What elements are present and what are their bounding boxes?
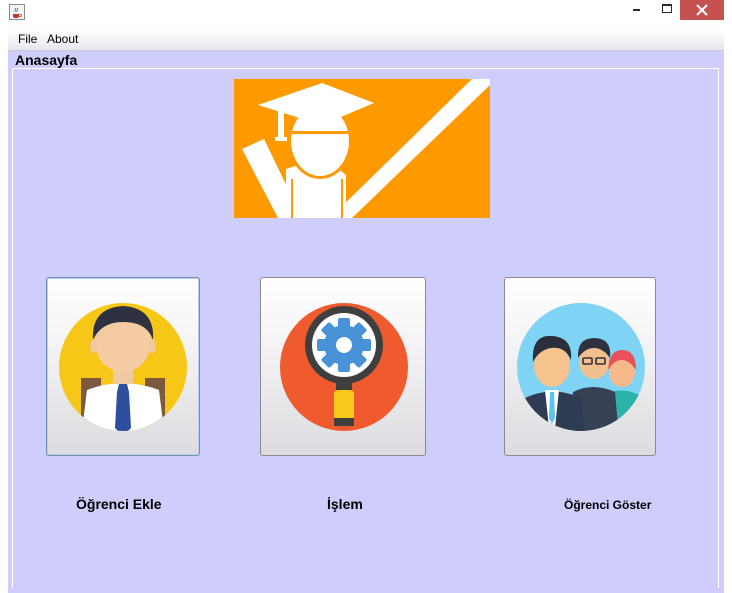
menu-file[interactable]: File <box>18 32 37 46</box>
student-avatar-icon <box>59 303 187 431</box>
student-list-button[interactable] <box>504 277 656 456</box>
java-coffee-icon <box>9 4 25 20</box>
student-add-button[interactable] <box>46 277 200 456</box>
menu-bar: File About <box>8 29 724 51</box>
window-titlebar <box>0 0 732 27</box>
process-button[interactable] <box>260 277 426 456</box>
banner-image <box>234 79 490 218</box>
magnifier-gear-icon <box>280 303 408 431</box>
student-group-icon <box>517 303 645 431</box>
panel-title: Anasayfa <box>15 52 78 68</box>
menu-about[interactable]: About <box>47 32 78 46</box>
close-icon <box>696 4 708 16</box>
minimize-icon <box>633 9 640 11</box>
close-button[interactable] <box>680 0 724 20</box>
student-list-label: Öğrenci Göster <box>564 498 652 512</box>
student-add-label: Öğrenci Ekle <box>76 496 162 512</box>
maximize-icon <box>662 4 672 13</box>
maximize-button[interactable] <box>655 0 679 20</box>
minimize-button[interactable] <box>620 0 654 20</box>
process-label: İşlem <box>327 496 363 512</box>
graduate-checkmark-icon <box>234 79 490 218</box>
